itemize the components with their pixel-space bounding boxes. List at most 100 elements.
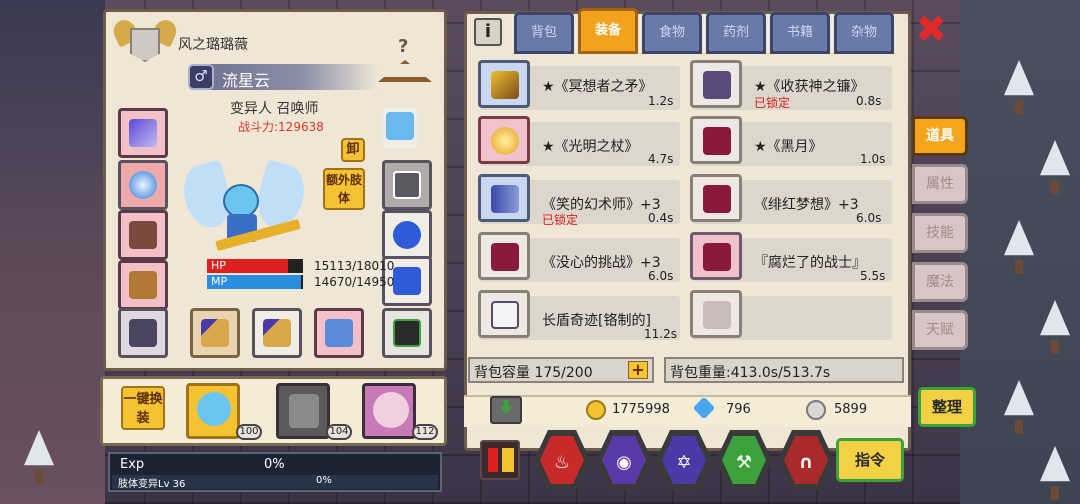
silver-coin-icon	[806, 400, 826, 420]
side-tab-magic[interactable]: 魔法	[912, 262, 968, 302]
tab-food[interactable]: 食物	[642, 12, 702, 54]
background-left	[0, 0, 105, 504]
quick-swap-button[interactable]: 一键换装	[121, 386, 165, 430]
equip-slot-armor[interactable]	[118, 260, 168, 310]
unequip-button[interactable]: 卸	[341, 138, 365, 162]
equip-slot-weapon-2[interactable]	[252, 308, 302, 358]
deposit-button[interactable]	[490, 396, 522, 424]
mp-value: 14670/14950	[314, 275, 395, 289]
side-tab-items[interactable]: 道具	[912, 116, 968, 156]
item-icon	[478, 60, 530, 108]
item-icon	[478, 116, 530, 164]
down-arrow-icon	[500, 400, 512, 414]
crown-icon	[386, 112, 414, 140]
spear-icon	[491, 71, 519, 99]
avatar	[289, 394, 319, 428]
equip-slot-accessory[interactable]	[382, 308, 432, 358]
side-tab-talents[interactable]: 天赋	[912, 310, 968, 350]
item-locked-label: 已锁定	[542, 213, 579, 227]
swap-button[interactable]	[480, 440, 520, 480]
boots-icon	[393, 267, 421, 295]
helmet-icon	[129, 119, 157, 147]
tree-icon	[1036, 446, 1074, 502]
party-level-badge: 112	[412, 424, 438, 440]
ring-icon	[393, 221, 421, 249]
item-icon	[690, 290, 742, 338]
equip-slot-offhand[interactable]	[314, 308, 364, 358]
gold-amount: 1775998	[612, 402, 670, 417]
mask-icon	[703, 243, 731, 271]
item-weight: 5.5s	[860, 269, 886, 283]
item-weight: 1.2s	[648, 94, 674, 108]
character-avatar	[177, 159, 311, 260]
side-tab-attributes[interactable]: 属性	[912, 164, 968, 204]
party-member-portrait[interactable]	[186, 383, 240, 439]
party-member-portrait[interactable]	[362, 383, 416, 439]
crossbow-icon	[325, 319, 353, 347]
equip-slot-amulet[interactable]	[118, 160, 168, 210]
party-member-portrait[interactable]	[276, 383, 330, 439]
equip-slot-cape[interactable]	[118, 210, 168, 260]
equip-slot-helmet[interactable]	[118, 108, 168, 158]
backpack-capacity: 背包容量 175/200 +	[468, 357, 654, 383]
item-icon	[478, 290, 530, 338]
item-weight: 0.8s	[856, 94, 882, 108]
expand-capacity-button[interactable]: +	[628, 361, 648, 379]
extra-body-button[interactable]: 额外肢体	[323, 168, 365, 210]
party-level-badge: 100	[236, 424, 262, 440]
equip-slot-weapon-1[interactable]	[190, 308, 240, 358]
item-name: ★《冥想者之矛》	[542, 79, 653, 95]
combat-power: 战斗力:129638	[238, 120, 324, 134]
party-level-badge: 104	[326, 424, 352, 440]
item-weight: 4.7s	[648, 152, 674, 166]
mask-icon	[491, 243, 519, 271]
sun-staff-icon	[491, 127, 519, 155]
tree-icon	[1000, 60, 1038, 116]
character-class: 变异人 召唤师	[230, 101, 319, 117]
silver-amount: 5899	[834, 402, 868, 417]
equip-slot-gloves[interactable]	[118, 308, 168, 358]
item-name: ★《黑月》	[754, 139, 823, 155]
tab-misc[interactable]: 杂物	[834, 12, 894, 54]
tab-potions[interactable]: 药剂	[706, 12, 766, 54]
item-icon	[478, 174, 530, 222]
equip-slot-ring[interactable]	[382, 210, 432, 260]
staff-icon	[201, 319, 229, 347]
staff-icon	[263, 319, 291, 347]
device-icon	[393, 319, 421, 347]
command-button[interactable]: 指令	[836, 438, 904, 482]
mutation-percent: 0%	[316, 475, 332, 486]
gold-coin-icon	[586, 400, 606, 420]
backpack-weight: 背包重量:413.0s/513.7s	[664, 357, 904, 383]
equip-slot-head-accessory[interactable]	[382, 108, 418, 148]
item-weight: 6.0s	[648, 269, 674, 283]
yellow-bar-icon	[502, 448, 514, 472]
equip-slot-extra[interactable]	[382, 160, 432, 210]
sort-button[interactable]: 整理	[918, 387, 976, 427]
tab-backpack[interactable]: 背包	[514, 12, 574, 54]
item-icon	[690, 116, 742, 164]
avatar	[197, 392, 231, 426]
item-icon	[478, 232, 530, 280]
shield-icon	[491, 301, 519, 329]
tree-icon	[1000, 220, 1038, 276]
side-tab-skills[interactable]: 技能	[912, 213, 968, 253]
item-weight: 0.4s	[648, 211, 674, 225]
info-button[interactable]: i	[474, 18, 502, 46]
close-icon[interactable]: ✖	[914, 10, 948, 48]
wardrobe-hanger-button[interactable]: ?	[376, 36, 434, 86]
character-title: 流星云	[222, 71, 271, 90]
character-title-badge: ♂ 流星云	[188, 64, 378, 90]
gem-amulet-icon	[129, 171, 157, 199]
item-name: 长盾奇迹[铬制的]	[542, 313, 651, 329]
item-name: 《没心的挑战》+3	[542, 255, 661, 271]
tab-books[interactable]: 书籍	[770, 12, 830, 54]
tab-equipment[interactable]: 装备	[578, 8, 638, 54]
exp-label: Exp	[120, 457, 145, 472]
guild-emblem-icon	[109, 16, 181, 70]
hp-value: 15113/18010	[314, 259, 395, 273]
mutation-level-label: 肢体变异Lv 36	[118, 479, 186, 490]
armor-icon	[129, 271, 157, 299]
dark-moon-icon	[703, 127, 731, 155]
question-icon: ?	[398, 36, 409, 57]
